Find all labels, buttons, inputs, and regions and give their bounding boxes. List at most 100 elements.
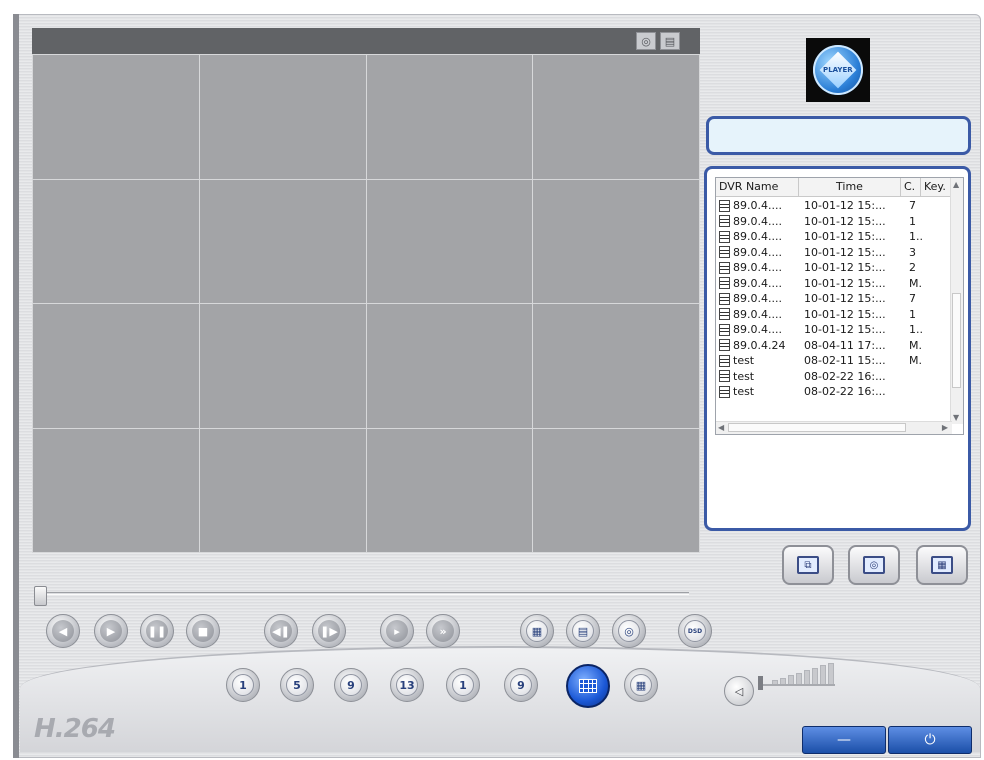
file-icon bbox=[719, 292, 730, 305]
row-time: 08-02-11 15:... bbox=[804, 354, 886, 368]
snapshot-button[interactable]: ◎ bbox=[612, 614, 646, 648]
volume-track[interactable] bbox=[763, 684, 835, 686]
layout-9-button[interactable]: 9 bbox=[334, 668, 368, 702]
layout-16-button[interactable] bbox=[566, 664, 610, 708]
list-row[interactable]: 89.0.4.... 10-01-12 15:... M. bbox=[716, 276, 952, 292]
print-icon[interactable]: ▤ bbox=[660, 32, 680, 50]
list-row[interactable]: 89.0.4.... 10-01-12 15:... 7 bbox=[716, 291, 952, 307]
play-button[interactable]: ▶ bbox=[94, 614, 128, 648]
layout-grid-icon: 1 bbox=[452, 674, 474, 696]
step-back-button[interactable]: ◀❚ bbox=[264, 614, 298, 648]
row-channel: 1.. bbox=[909, 230, 923, 244]
list-row[interactable]: 89.0.4.... 10-01-12 15:... 1 bbox=[716, 214, 952, 230]
col-key[interactable]: Key. bbox=[921, 178, 952, 196]
camera-search-icon: ◎ bbox=[863, 556, 885, 574]
video-cell[interactable] bbox=[366, 304, 533, 428]
list-row[interactable]: 89.0.4.... 10-01-12 15:... 1.. bbox=[716, 322, 952, 338]
stop-button[interactable]: ■ bbox=[186, 614, 220, 648]
file-icon bbox=[719, 261, 730, 274]
scroll-right-icon[interactable]: ▶ bbox=[942, 423, 948, 432]
player-logo: PLAYER bbox=[806, 38, 870, 102]
video-cell[interactable] bbox=[33, 179, 199, 303]
row-time: 10-01-12 15:... bbox=[804, 199, 886, 213]
open-folder-button[interactable]: ⧉ bbox=[782, 545, 834, 585]
dsd-button[interactable]: DSD bbox=[678, 614, 712, 648]
minimize-button[interactable]: — bbox=[802, 726, 886, 754]
video-cell[interactable] bbox=[366, 428, 533, 552]
rewind-button[interactable]: ◀ bbox=[46, 614, 80, 648]
video-cell[interactable] bbox=[199, 55, 366, 179]
col-dvr-name[interactable]: DVR Name bbox=[716, 178, 799, 196]
video-cell[interactable] bbox=[199, 304, 366, 428]
seek-thumb[interactable] bbox=[34, 586, 47, 606]
video-cell[interactable] bbox=[533, 179, 699, 303]
row-dvr-name: test bbox=[733, 354, 755, 368]
seek-track[interactable] bbox=[35, 592, 689, 593]
row-channel: 1 bbox=[909, 307, 916, 321]
list-row[interactable]: 89.0.4.... 10-01-12 15:... 1.. bbox=[716, 229, 952, 245]
horizontal-scrollbar[interactable]: ◀ ▶ bbox=[716, 421, 952, 434]
snapshot-icon[interactable]: ◎ bbox=[636, 32, 656, 50]
list-row[interactable]: 89.0.4.... 10-01-12 15:... 3 bbox=[716, 245, 952, 261]
speaker-icon: ◁ bbox=[734, 684, 744, 698]
layout-13-button[interactable]: 13 bbox=[390, 668, 424, 702]
volume-button[interactable]: ◁ bbox=[724, 676, 754, 706]
list-row[interactable]: 89.0.4.... 10-01-12 15:... 7 bbox=[716, 198, 952, 214]
video-cell[interactable] bbox=[33, 55, 199, 179]
scroll-up-icon[interactable]: ▲ bbox=[953, 180, 959, 189]
search-video-button[interactable]: ▦ bbox=[916, 545, 968, 585]
col-time[interactable]: Time bbox=[799, 178, 901, 196]
stop-icon: ■ bbox=[192, 620, 214, 642]
hscroll-thumb[interactable] bbox=[728, 423, 906, 432]
file-list-panel: DVR Name Time C. Key. 89.0.4.... 10-01-12… bbox=[704, 166, 971, 531]
volume-bar bbox=[820, 665, 826, 686]
list-row[interactable]: test 08-02-11 15:... M. bbox=[716, 353, 952, 369]
layout-9b-button[interactable]: 9 bbox=[504, 668, 538, 702]
pause-button[interactable]: ❚❚ bbox=[140, 614, 174, 648]
video-cell[interactable] bbox=[366, 55, 533, 179]
export-clip-button[interactable]: ▦ bbox=[520, 614, 554, 648]
volume-level-bars[interactable] bbox=[760, 662, 848, 686]
fast-button[interactable]: » bbox=[426, 614, 460, 648]
list-row[interactable]: 89.0.4.... 10-01-12 15:... 2 bbox=[716, 260, 952, 276]
list-row[interactable]: test 08-02-22 16:... bbox=[716, 369, 952, 385]
layout-grid-icon: 5 bbox=[286, 674, 308, 696]
row-dvr-name: 89.0.4.... bbox=[733, 276, 782, 290]
video-cell[interactable] bbox=[366, 179, 533, 303]
volume-knob[interactable] bbox=[758, 676, 763, 690]
print-button[interactable]: ▤ bbox=[566, 614, 600, 648]
vertical-scrollbar[interactable]: ▲ ▼ bbox=[950, 178, 963, 424]
scroll-left-icon[interactable]: ◀ bbox=[718, 423, 724, 432]
layout-5-button[interactable]: 5 bbox=[280, 668, 314, 702]
slow-button[interactable]: ▸ bbox=[380, 614, 414, 648]
power-button[interactable]: ⏻ bbox=[888, 726, 972, 754]
col-channel[interactable]: C. bbox=[901, 178, 921, 196]
video-cell[interactable] bbox=[199, 428, 366, 552]
video-cell[interactable] bbox=[33, 428, 199, 552]
layout-1-button[interactable]: 1 bbox=[226, 668, 260, 702]
step-forward-button[interactable]: ❚▶ bbox=[312, 614, 346, 648]
video-cell[interactable] bbox=[199, 179, 366, 303]
dsd-icon: DSD bbox=[684, 620, 706, 642]
power-icon: ⏻ bbox=[924, 732, 936, 748]
video-cell[interactable] bbox=[533, 55, 699, 179]
pause-icon: ❚❚ bbox=[146, 620, 168, 642]
video-cell[interactable] bbox=[533, 428, 699, 552]
scroll-thumb[interactable] bbox=[952, 293, 961, 388]
list-row[interactable]: test 08-02-22 16:... bbox=[716, 384, 952, 400]
layout-1b-button[interactable]: 1 bbox=[446, 668, 480, 702]
list-row[interactable]: 89.0.4.... 10-01-12 15:... 1 bbox=[716, 307, 952, 323]
scroll-down-icon[interactable]: ▼ bbox=[953, 413, 959, 422]
file-list[interactable]: DVR Name Time C. Key. 89.0.4.... 10-01-12… bbox=[715, 177, 964, 435]
list-row[interactable]: 89.0.4.24 08-04-11 17:... M. bbox=[716, 338, 952, 354]
video-cell[interactable] bbox=[33, 304, 199, 428]
file-icon bbox=[719, 323, 730, 336]
file-icon bbox=[719, 230, 730, 243]
search-snapshot-button[interactable]: ◎ bbox=[848, 545, 900, 585]
sequence-button[interactable]: ▦ bbox=[624, 668, 658, 702]
video-cell[interactable] bbox=[533, 304, 699, 428]
file-icon bbox=[719, 339, 730, 352]
layout-grid-icon: 9 bbox=[510, 674, 532, 696]
file-icon bbox=[719, 246, 730, 259]
row-dvr-name: test bbox=[733, 385, 755, 399]
